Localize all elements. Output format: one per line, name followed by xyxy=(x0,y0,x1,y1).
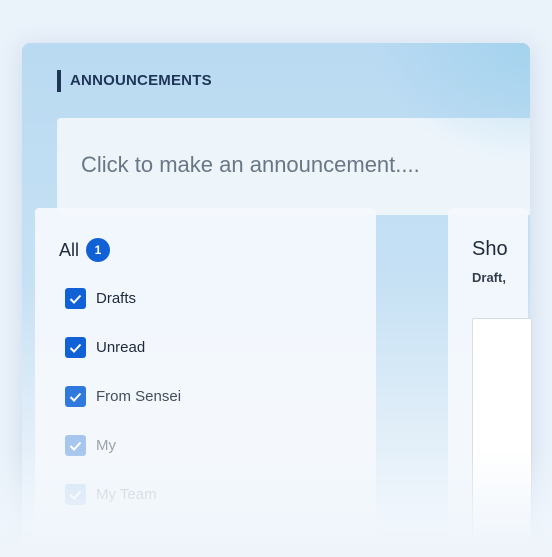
filter-option-label: My Team xyxy=(96,486,157,503)
checkbox-checked-icon[interactable] xyxy=(65,288,86,309)
section-title: ANNOUNCEMENTS xyxy=(57,70,212,92)
show-card-subtitle: Draft, xyxy=(472,270,506,285)
announcement-composer[interactable]: Click to make an announcement.... xyxy=(57,118,530,215)
show-card: Sho Draft, xyxy=(448,208,532,538)
checkbox-checked-icon[interactable] xyxy=(65,337,86,358)
show-card-title: Sho xyxy=(472,238,508,260)
filter-option-my-team[interactable]: My Team xyxy=(65,484,157,505)
filter-all-label: All xyxy=(59,239,80,260)
filter-all-header[interactable]: All 1 xyxy=(59,238,111,262)
checkbox-checked-icon[interactable] xyxy=(65,386,86,407)
filter-option-my[interactable]: My xyxy=(65,435,116,456)
filter-option-label: From Sensei xyxy=(96,388,182,405)
show-card-content-box xyxy=(472,318,532,538)
filter-option-label: Unread xyxy=(96,339,146,356)
count-badge: 1 xyxy=(86,238,111,262)
filter-option-label: My xyxy=(96,437,116,454)
filter-option-from-sensei[interactable]: From Sensei xyxy=(65,386,181,407)
filter-option-unread[interactable]: Unread xyxy=(65,337,145,358)
filter-card: All 1 Drafts Unread From Sensei My My Te… xyxy=(35,208,376,538)
composer-placeholder: Click to make an announcement.... xyxy=(81,152,420,177)
checkbox-checked-icon[interactable] xyxy=(65,484,86,505)
filter-option-label: Drafts xyxy=(96,290,137,307)
filter-option-drafts[interactable]: Drafts xyxy=(65,288,136,309)
checkbox-checked-icon[interactable] xyxy=(65,435,86,456)
